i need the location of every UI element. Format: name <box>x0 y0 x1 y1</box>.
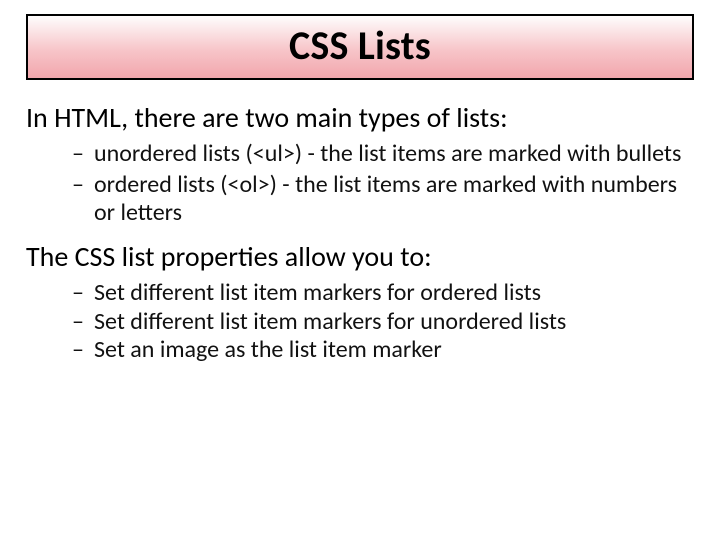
list-item: Set different list item markers for orde… <box>72 279 694 307</box>
lead-2: The CSS list properties allow you to: <box>26 241 694 273</box>
slide-body: In HTML, there are two main types of lis… <box>26 102 694 364</box>
lead-1: In HTML, there are two main types of lis… <box>26 102 694 134</box>
slide: CSS Lists In HTML, there are two main ty… <box>0 0 720 540</box>
sublist-2: Set different list item markers for orde… <box>72 279 694 364</box>
list-item: ordered lists (<ol>) - the list items ar… <box>72 171 694 228</box>
list-item: Set an image as the list item marker <box>72 336 694 364</box>
sublist-1: unordered lists (<ul>) - the list items … <box>72 140 694 227</box>
slide-title: CSS Lists <box>26 14 694 80</box>
list-item: Set different list item markers for unor… <box>72 308 694 336</box>
list-item: unordered lists (<ul>) - the list items … <box>72 140 694 168</box>
